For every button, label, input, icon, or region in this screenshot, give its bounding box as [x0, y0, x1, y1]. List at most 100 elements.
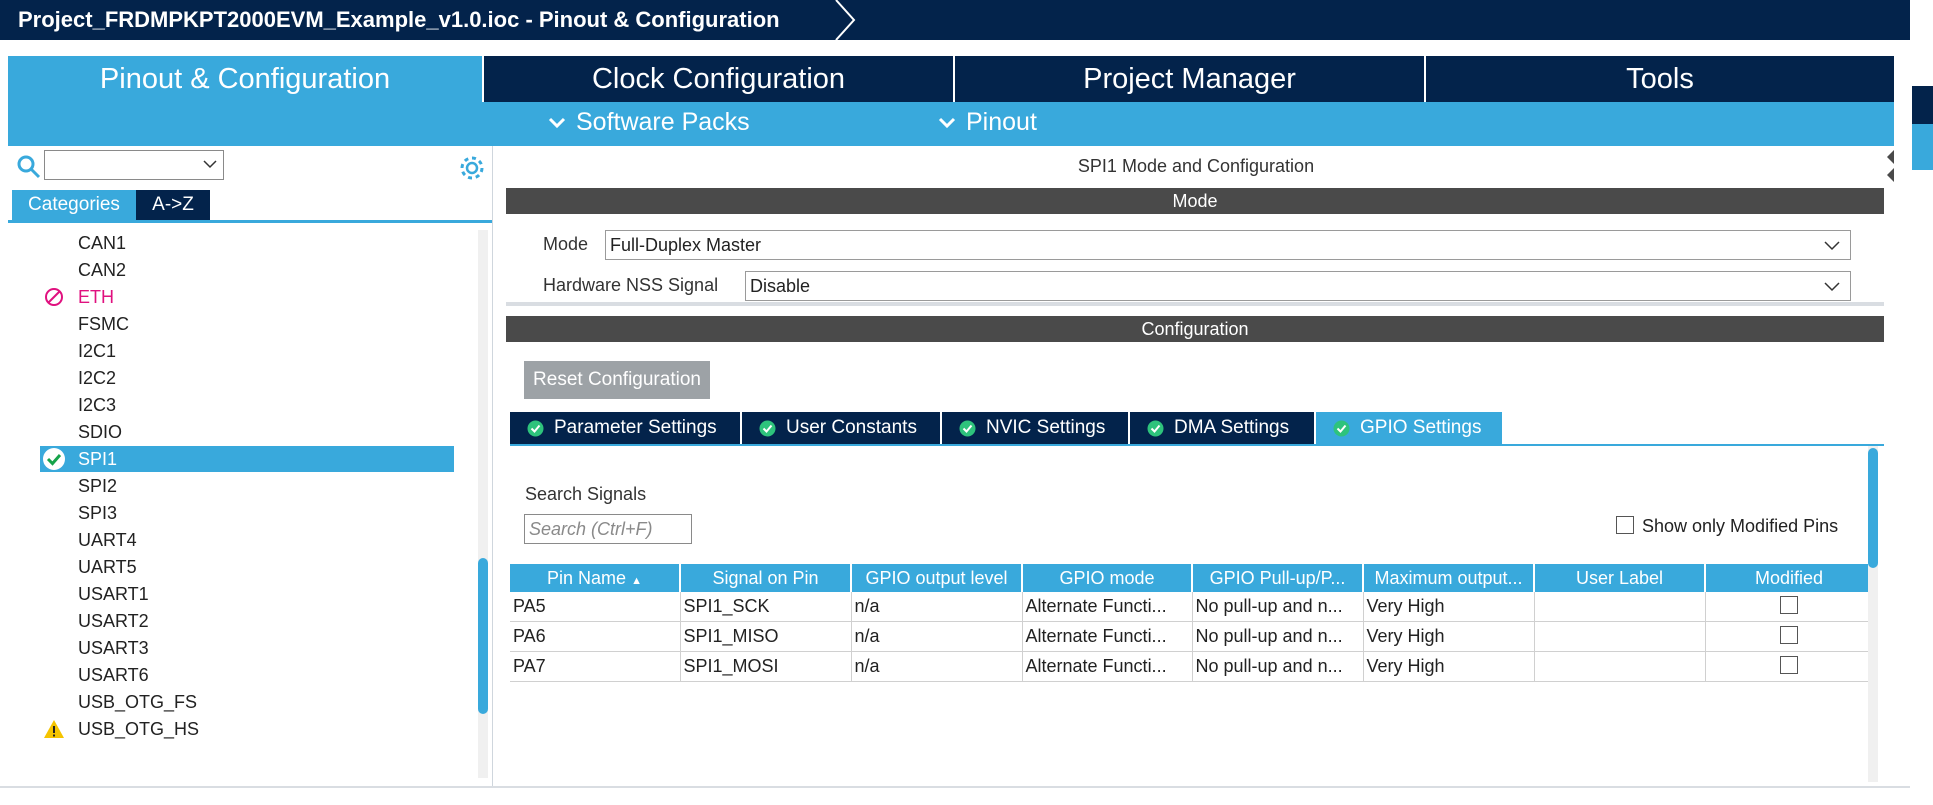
- tab-gpio-settings[interactable]: GPIO Settings: [1316, 412, 1502, 444]
- table-row[interactable]: PA7 SPI1_MOSI n/a Alternate Functi... No…: [510, 651, 1874, 682]
- gear-icon[interactable]: [458, 154, 486, 182]
- cell-user-label[interactable]: [1534, 621, 1706, 652]
- tab-label: Tools: [1626, 63, 1694, 95]
- tab-project-manager[interactable]: Project Manager: [955, 56, 1426, 102]
- table-row[interactable]: PA6 SPI1_MISO n/a Alternate Functi... No…: [510, 621, 1874, 652]
- list-item-label: FSMC: [78, 314, 129, 334]
- tab-a-z[interactable]: A->Z: [136, 190, 210, 220]
- tab-tools[interactable]: Tools: [1426, 56, 1894, 102]
- side-strip-accent: [1912, 124, 1933, 170]
- pinout-menu[interactable]: Pinout: [938, 108, 1037, 137]
- table-row[interactable]: PA5 SPI1_SCK n/a Alternate Functi... No …: [510, 592, 1874, 622]
- cell-signal: SPI1_MOSI: [680, 651, 852, 682]
- list-item-fsmc[interactable]: FSMC: [40, 311, 454, 337]
- header-label: Pin Name: [547, 567, 627, 588]
- list-item-uart4[interactable]: UART4: [40, 527, 454, 553]
- checkbox-box[interactable]: [1616, 516, 1634, 534]
- nss-select[interactable]: Disable: [745, 271, 1851, 301]
- software-packs-menu[interactable]: Software Packs: [548, 108, 750, 137]
- tab-label: GPIO Settings: [1360, 417, 1482, 438]
- tab-user-constants[interactable]: User Constants: [742, 412, 940, 444]
- list-item-label: I2C3: [78, 395, 117, 415]
- column-header-signal[interactable]: Signal on Pin: [680, 564, 852, 592]
- show-modified-checkbox[interactable]: Show only Modified Pins: [1616, 516, 1838, 537]
- warning-icon: [44, 720, 64, 738]
- mode-select-value: Full-Duplex Master: [610, 235, 762, 255]
- list-item-usb-otg-hs[interactable]: USB_OTG_HS: [40, 716, 454, 742]
- list-item-sdio[interactable]: SDIO: [40, 419, 454, 445]
- title-bar: Project_FRDMPKPT2000EVM_Example_v1.0.ioc…: [0, 0, 1910, 40]
- tab-categories[interactable]: Categories: [12, 190, 136, 220]
- column-header-pin-name[interactable]: Pin Name ▲: [510, 564, 681, 592]
- menu-label: Software Packs: [576, 108, 750, 136]
- list-item-usart1[interactable]: USART1: [40, 581, 454, 607]
- window-title: Project_FRDMPKPT2000EVM_Example_v1.0.ioc…: [18, 7, 780, 32]
- column-header-output-level[interactable]: GPIO output level: [851, 564, 1023, 592]
- list-item-spi3[interactable]: SPI3: [40, 500, 454, 526]
- modified-checkbox[interactable]: [1780, 626, 1798, 644]
- sort-icon: ▲: [631, 574, 642, 587]
- tab-label: User Constants: [786, 417, 917, 438]
- list-item-label: SDIO: [78, 422, 123, 442]
- check-circle-icon: [1147, 420, 1164, 437]
- list-item-usb-otg-fs[interactable]: USB_OTG_FS: [40, 689, 454, 715]
- list-item-label: CAN2: [78, 260, 127, 280]
- column-header-max-output[interactable]: Maximum output...: [1363, 564, 1535, 592]
- column-header-pull[interactable]: GPIO Pull-up/P...: [1192, 564, 1364, 592]
- list-item-can1[interactable]: CAN1: [40, 230, 454, 256]
- chevron-down-icon: [203, 160, 217, 169]
- check-circle-icon: [759, 420, 776, 437]
- search-combo[interactable]: [44, 150, 224, 180]
- list-item-i2c1[interactable]: I2C1: [40, 338, 454, 364]
- list-item-i2c3[interactable]: I2C3: [40, 392, 454, 418]
- checkbox-label: Show only Modified Pins: [1642, 516, 1839, 536]
- column-header-modified[interactable]: Modified: [1705, 564, 1874, 592]
- gpio-table: Pin Name ▲ Signal on Pin GPIO output lev…: [510, 564, 1874, 682]
- list-item-label: USB_OTG_FS: [78, 692, 198, 712]
- mode-label: Mode: [543, 234, 589, 254]
- list-scrollbar-thumb[interactable]: [478, 558, 488, 714]
- list-item-uart5[interactable]: UART5: [40, 554, 454, 580]
- list-item-eth[interactable]: ETH: [40, 284, 454, 310]
- mode-section-header: Mode: [506, 188, 1884, 214]
- search-signals-input[interactable]: Search (Ctrl+F): [524, 514, 692, 544]
- tab-parameter-settings[interactable]: Parameter Settings: [510, 412, 740, 444]
- list-item-label: USB_OTG_HS: [78, 719, 200, 739]
- list-item-label: SPI2: [78, 476, 118, 496]
- tab-nvic-settings[interactable]: NVIC Settings: [942, 412, 1128, 444]
- tab-pinout-configuration[interactable]: Pinout & Configuration: [8, 56, 484, 102]
- tab-label: DMA Settings: [1174, 417, 1290, 438]
- nss-select-value: Disable: [750, 276, 811, 296]
- disabled-icon: [45, 288, 63, 306]
- list-item-can2[interactable]: CAN2: [40, 257, 454, 283]
- main-nav: Pinout & Configuration Clock Configurati…: [8, 56, 1894, 102]
- modified-checkbox[interactable]: [1780, 656, 1798, 674]
- list-item-spi2[interactable]: SPI2: [40, 473, 454, 499]
- list-item-label: USART1: [78, 584, 149, 604]
- list-item-usart2[interactable]: USART2: [40, 608, 454, 634]
- cell-user-label[interactable]: [1534, 651, 1706, 682]
- list-item-spi1[interactable]: SPI1: [40, 446, 454, 472]
- list-item-label: UART5: [78, 557, 137, 577]
- list-item-usart3[interactable]: USART3: [40, 635, 454, 661]
- check-circle-icon: [1333, 420, 1350, 437]
- search-icon[interactable]: [16, 154, 42, 180]
- reset-configuration-button[interactable]: Reset Configuration: [524, 361, 710, 399]
- cell-user-label[interactable]: [1534, 592, 1706, 622]
- collapse-arrows-icon[interactable]: [1884, 146, 1896, 186]
- list-item-usart6[interactable]: USART6: [40, 662, 454, 688]
- mode-select[interactable]: Full-Duplex Master: [605, 230, 1851, 260]
- chevron-right-icon: [835, 0, 856, 40]
- cell-pull: No pull-up and n...: [1192, 651, 1364, 682]
- list-item-i2c2[interactable]: I2C2: [40, 365, 454, 391]
- tab-dma-settings[interactable]: DMA Settings: [1130, 412, 1314, 444]
- cell-pin: PA7: [510, 651, 681, 682]
- column-header-user-label[interactable]: User Label: [1534, 564, 1706, 592]
- list-item-label: SPI1: [78, 449, 118, 469]
- tab-clock-configuration[interactable]: Clock Configuration: [484, 56, 955, 102]
- modified-checkbox[interactable]: [1780, 596, 1798, 614]
- column-header-gpio-mode[interactable]: GPIO mode: [1022, 564, 1193, 592]
- table-scrollbar-thumb[interactable]: [1868, 448, 1878, 568]
- list-item-label: USART6: [78, 665, 149, 685]
- menu-label: Pinout: [966, 108, 1037, 136]
